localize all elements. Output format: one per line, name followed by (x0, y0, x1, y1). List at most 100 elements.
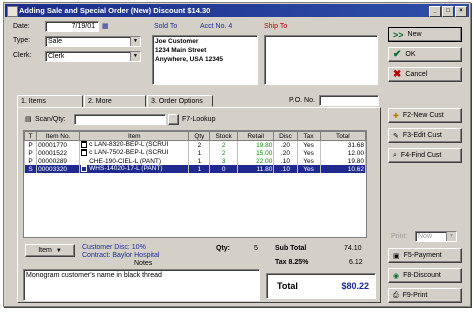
col-header[interactable]: Total (319, 131, 366, 141)
col-header[interactable]: Item No. (36, 131, 81, 141)
cell-disc: .20 (273, 140, 298, 149)
print-label: Print: (391, 233, 408, 240)
chevron-down-icon[interactable]: ▼ (446, 232, 456, 241)
find-customer-button[interactable]: ⌕ F4-Find Cust (388, 148, 462, 163)
col-header[interactable]: Retail (236, 131, 275, 141)
cell-tax: Yes (296, 165, 321, 173)
minimize-button[interactable]: _ (429, 6, 441, 17)
date-label: Date: (13, 23, 30, 30)
cancel-button[interactable]: ✖ Cancel (388, 67, 462, 82)
ship-to-address[interactable] (264, 35, 378, 85)
cell-item-text: WHS-14020-17-L (PANT) (89, 165, 163, 173)
clerk-select[interactable]: Clerk ▼ (45, 51, 141, 62)
col-header[interactable]: T (24, 131, 38, 141)
clerk-value: Clerk (48, 53, 65, 60)
app-icon (7, 6, 18, 17)
type-select[interactable]: Sale ▼ (45, 36, 141, 47)
cell-stock: 2 (209, 149, 238, 157)
new-customer-button[interactable]: ✚ F2-New Cust (388, 108, 462, 123)
notes-label: Notes (134, 260, 153, 267)
col-header[interactable]: Tax (296, 131, 321, 141)
next-button[interactable]: >> New (388, 27, 462, 42)
col-header[interactable]: Item (79, 131, 190, 141)
col-header[interactable]: Stock (209, 131, 238, 141)
close-button[interactable]: × (455, 6, 467, 17)
x-icon: ✖ (393, 69, 402, 80)
table-row[interactable]: P 00001770 c LAN-8320-BEP-L (SCRUI 2 2 1… (24, 140, 366, 149)
cell-tax: Yes (296, 157, 321, 165)
edit-customer-button[interactable]: ✎ F3-Edit Cust (388, 128, 462, 143)
total-box: Total $80.22 (266, 273, 376, 299)
maximize-button[interactable]: □ (442, 6, 454, 17)
col-header[interactable]: Disc (273, 131, 298, 141)
po-number-field[interactable] (319, 95, 379, 106)
type-label: Type: (13, 37, 31, 44)
col-header[interactable]: Qty (188, 131, 211, 141)
calendar-icon[interactable]: ▦ (102, 22, 109, 30)
payment-label: F5-Payment (403, 252, 442, 259)
sold-to-address[interactable]: Joe Customer 1234 Main Street Anywhere, … (152, 35, 258, 85)
cell-item: WHS-14020-17-L (PANT) (79, 165, 190, 173)
find-customer-icon: ⌕ (393, 151, 397, 159)
print-value: Now (418, 233, 433, 240)
new-customer-icon: ✚ (393, 112, 399, 120)
cell-item-no: 00001522 (36, 149, 81, 157)
chevron-down-icon[interactable]: ▼ (130, 52, 140, 61)
cell-stock: 2 (209, 140, 238, 149)
subtotal-value: 74.10 (344, 245, 362, 252)
chevron-down-icon[interactable]: ▼ (130, 37, 140, 46)
items-table[interactable]: T Item No. Item Qty Stock Retail Disc Ta… (23, 130, 367, 238)
discount-button[interactable]: ◉ F8-Discount (388, 268, 462, 283)
clerk-label: Clerk: (13, 52, 32, 59)
scan-qty-input[interactable] (74, 114, 166, 125)
table-row[interactable]: P 00001522 c LAN-7502-BEP-L (SCRUI 1 2 1… (24, 149, 366, 157)
order-icon (81, 165, 88, 173)
sold-to-line: Joe Customer (155, 38, 199, 45)
find-customer-label: F4-Find Cust (400, 152, 442, 159)
cell-total: 31.68 (319, 140, 366, 149)
ship-to-label[interactable]: Ship To (264, 23, 287, 30)
item-button-label: Item (38, 247, 52, 254)
notes-field[interactable]: Monogram customer's name in black thread (23, 269, 260, 301)
cell-tax: Yes (296, 149, 321, 157)
qty-label: Qty: (216, 245, 230, 252)
tab-order-options[interactable]: 3. Order Options (147, 95, 213, 107)
tab-more[interactable]: 2. More (84, 95, 146, 107)
ok-label: OK (405, 51, 416, 58)
date-field[interactable]: 7/19/01 (45, 21, 99, 32)
discount-label: F8-Discount (403, 272, 441, 279)
ok-button[interactable]: ✔ OK (388, 47, 462, 62)
cell-retail: 11.80 (236, 165, 275, 173)
print-select[interactable]: Now ▼ (415, 231, 457, 242)
po-label: P.O. No. (289, 97, 315, 104)
qty-value: 5 (254, 245, 258, 252)
next-label: New (407, 31, 422, 38)
window-title: Adding Sale and Special Order (New) Disc… (19, 6, 211, 15)
cell-item-text: c LAN-7502-BEP-L (SCRUI (89, 149, 169, 157)
cell-disc: .20 (273, 149, 298, 157)
table-row-selected[interactable]: S 00003320 WHS-14020-17-L (PANT) 1 0 11.… (24, 165, 366, 173)
table-row[interactable]: P 00000289 CHE-190-CIEL-L (PANT) 1 3 22.… (24, 157, 366, 165)
cell-tax: Yes (296, 140, 321, 149)
acct-no-label[interactable]: Acct No. 4 (200, 23, 232, 30)
cell-type: P (24, 140, 38, 149)
sale-window: Adding Sale and Special Order (New) Disc… (3, 2, 471, 307)
lock-icon (81, 149, 88, 157)
chevron-down-icon: ▼ (55, 247, 62, 254)
scan-qty-label: Scan/Qty: (35, 116, 66, 123)
item-menu-button[interactable]: Item ▼ (25, 244, 75, 257)
cash-register-icon: ▣ (393, 252, 400, 260)
payment-button[interactable]: ▣ F5-Payment (388, 248, 462, 263)
lock-icon (81, 141, 88, 149)
lookup-button[interactable] (168, 114, 179, 125)
cell-stock: 0 (209, 165, 238, 173)
new-customer-label: F2-New Cust (402, 112, 444, 119)
cell-item-text: c LAN-8320-BEP-L (SCRUI (89, 141, 169, 149)
cell-type: P (24, 149, 38, 157)
title-bar[interactable]: Adding Sale and Special Order (New) Disc… (5, 4, 469, 17)
print-button[interactable]: ⎙ F9-Print (388, 288, 462, 303)
cell-item: CHE-190-CIEL-L (PANT) (79, 157, 190, 165)
cell-total: 12.00 (319, 149, 366, 157)
cell-qty: 1 (188, 149, 211, 157)
cell-disc: .10 (273, 157, 298, 165)
